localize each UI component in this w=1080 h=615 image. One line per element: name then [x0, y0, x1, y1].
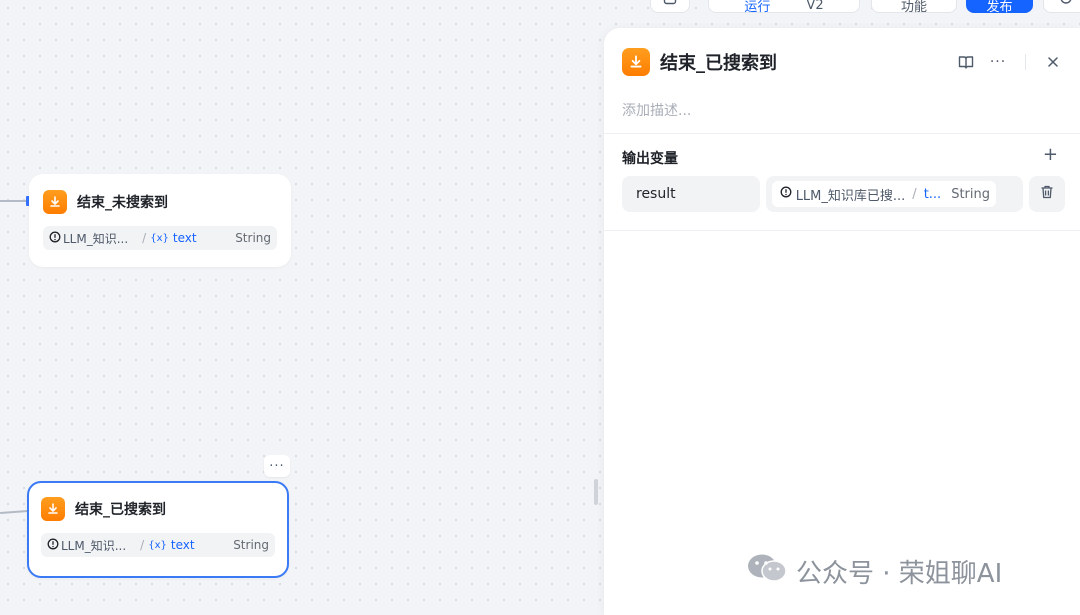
description-input[interactable]: 添加描述...: [622, 100, 691, 120]
panel-resize-handle[interactable]: [594, 479, 598, 505]
edge-to-found: [0, 510, 29, 514]
more-icon[interactable]: ···: [989, 53, 1007, 71]
header-divider: [1025, 54, 1026, 70]
path-separator: /: [140, 538, 145, 552]
variable-type: String: [233, 538, 269, 552]
watermark: 公众号 · 荣姐聊AI: [746, 552, 1002, 591]
version-label[interactable]: V2: [806, 0, 823, 13]
features-button[interactable]: 功能: [871, 0, 957, 15]
panel-header: 结束_已搜索到 ···: [622, 48, 1062, 76]
publish-button[interactable]: 发布: [966, 0, 1033, 15]
close-icon[interactable]: [1044, 53, 1062, 71]
settings-button[interactable]: [1043, 0, 1080, 13]
info-icon: [49, 231, 61, 246]
book-icon[interactable]: [957, 53, 975, 71]
trash-icon: [1039, 184, 1055, 204]
run-button-label[interactable]: 运行: [744, 0, 770, 15]
delete-output-button[interactable]: [1029, 176, 1065, 212]
publish-button-label: 发布: [986, 0, 1013, 15]
gear-icon: [1059, 0, 1073, 9]
source-label: LLM_知识...: [61, 538, 127, 553]
path-separator: /: [912, 186, 917, 202]
node-title: 结束_已搜索到: [75, 502, 166, 518]
end-node-icon: [622, 48, 650, 76]
info-icon: [47, 538, 59, 553]
wechat-icon: [746, 552, 788, 591]
end-node-icon: [43, 190, 67, 214]
panel-divider: [604, 230, 1080, 231]
variable-name: text: [170, 538, 195, 552]
node-title: 结束_未搜索到: [77, 195, 168, 211]
output-variable-row: result LLM_知识库已搜... / t... String: [622, 176, 1065, 212]
path-separator: /: [142, 231, 147, 245]
variable-icon: {x}: [150, 232, 169, 244]
section-title-output: 输出变量: [622, 151, 678, 167]
toolbar-layout-button[interactable]: [650, 0, 690, 13]
reference-source: LLM_知识库已搜...: [795, 188, 906, 204]
node-more-button[interactable]: ···: [264, 455, 290, 477]
info-icon: [780, 186, 792, 202]
node-output-row: LLM_知识... / {x} text String: [43, 226, 277, 250]
panel-divider: [604, 133, 1080, 134]
reference-variable: t...: [923, 186, 942, 202]
panel-title[interactable]: 结束_已搜索到: [660, 49, 777, 75]
end-node-not-found[interactable]: 结束_未搜索到 LLM_知识... / {x} text String: [29, 174, 291, 267]
variable-name: text: [172, 231, 197, 245]
more-icon: ···: [269, 458, 285, 474]
end-node-found[interactable]: 结束_已搜索到 LLM_知识... / {x} text String: [27, 481, 289, 578]
variable-icon: {x}: [148, 539, 167, 551]
output-reference-select[interactable]: LLM_知识库已搜... / t... String: [765, 176, 1024, 212]
layout-icon: [663, 0, 677, 9]
watermark-text: 公众号 · 荣姐聊AI: [796, 559, 1003, 589]
features-button-label: 功能: [900, 0, 927, 15]
variable-type: String: [235, 231, 271, 245]
reference-chip[interactable]: LLM_知识库已搜... / t... String: [771, 181, 996, 207]
source-label: LLM_知识...: [63, 231, 129, 246]
edge-to-not-found: [0, 200, 28, 202]
reference-type: String: [951, 186, 990, 202]
node-output-row: LLM_知识... / {x} text String: [41, 533, 275, 557]
node-config-panel: 结束_已搜索到 ··· 添加描述... 输出变量 + result LLM_知识…: [604, 28, 1080, 615]
add-output-button[interactable]: +: [1043, 146, 1058, 164]
output-name-input[interactable]: result: [622, 176, 760, 212]
run-version-group[interactable]: 运行 V2: [708, 0, 860, 15]
end-node-icon: [41, 497, 65, 521]
